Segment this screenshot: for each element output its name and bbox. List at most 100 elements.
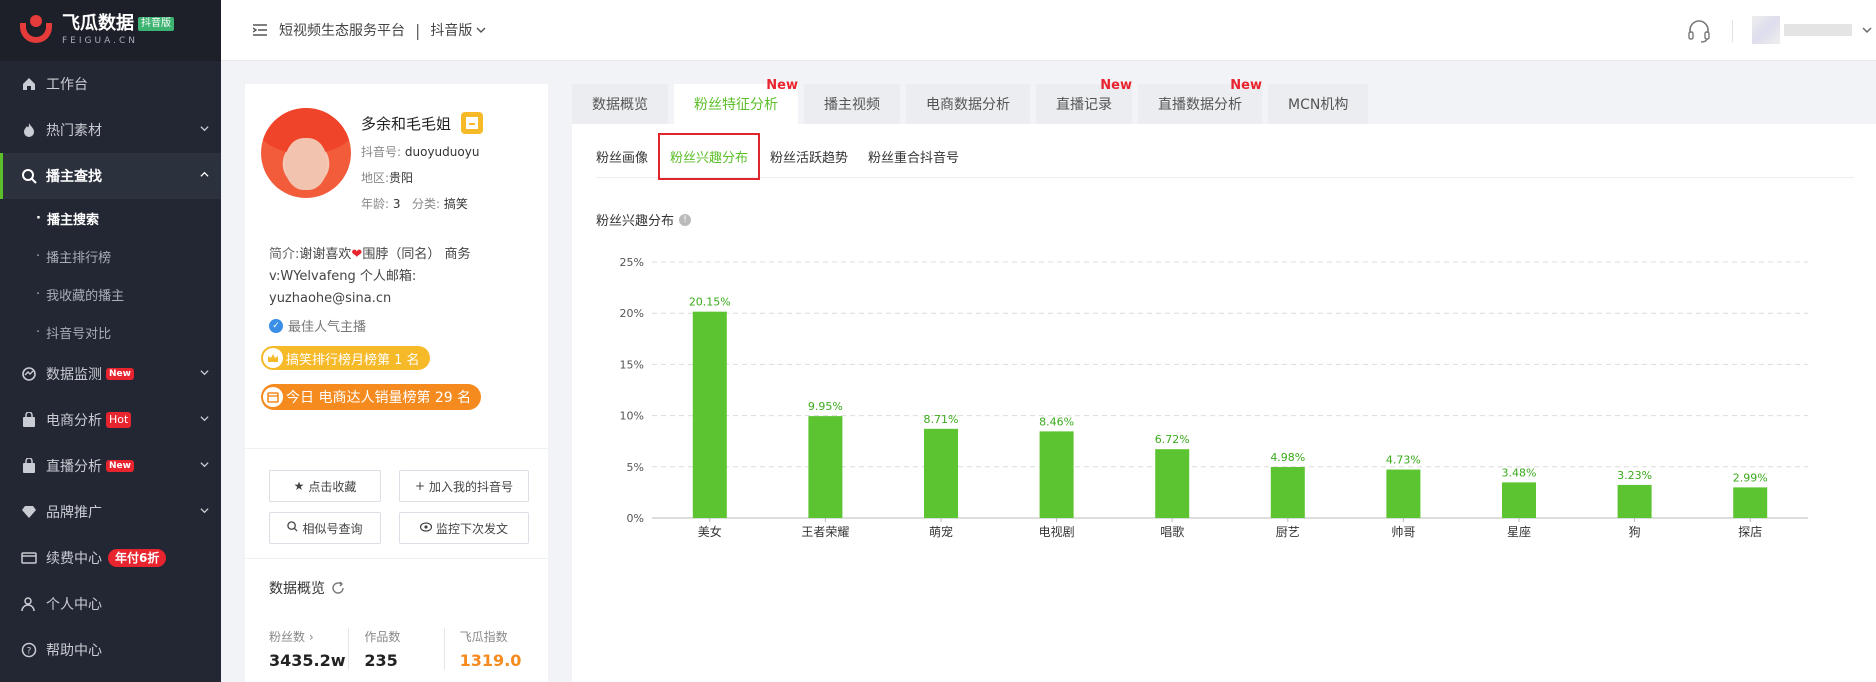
- overview-title: 数据概览: [269, 581, 325, 597]
- bio-text-1: 谢谢喜欢: [299, 247, 352, 262]
- bar-value-label: 3.23%: [1617, 469, 1652, 482]
- category-label: 分类:: [411, 197, 441, 211]
- sidebar-item-personal[interactable]: 个人中心: [0, 581, 221, 627]
- refresh-icon[interactable]: [331, 581, 345, 595]
- chevron-down-icon[interactable]: [476, 26, 486, 34]
- bar: [1039, 431, 1074, 518]
- bar: [808, 416, 843, 518]
- sidebar-subitem-label: 抖音号对比: [46, 326, 112, 342]
- tab-label: 播主视频: [824, 97, 880, 113]
- stat-label: 飞瓜指数: [459, 630, 508, 644]
- sidebar-item-label: 工作台: [46, 77, 88, 93]
- subtab-fan-overlap[interactable]: 粉丝重合抖音号: [868, 137, 959, 176]
- sidebar-item-ecommerce[interactable]: 电商分析 Hot: [0, 397, 221, 443]
- sidebar-item-live-analysis[interactable]: 直播分析 New: [0, 443, 221, 489]
- sidebar-item-brand[interactable]: 品牌推广: [0, 489, 221, 535]
- y-tick-label: 15%: [620, 358, 644, 371]
- sidebar-item-influencer-search[interactable]: 播主查找: [0, 153, 221, 199]
- rank-badge-monthly[interactable]: 搞笑排行榜月榜第 1 名: [261, 346, 430, 370]
- sidebar-item-workbench[interactable]: 工作台: [0, 61, 221, 107]
- bar-value-label: 4.98%: [1270, 451, 1305, 464]
- discount-badge: 年付6折: [108, 548, 167, 568]
- bar-value-label: 8.46%: [1039, 415, 1074, 428]
- favorite-button[interactable]: ★ 点击收藏: [269, 470, 381, 502]
- tab-fan-analysis[interactable]: 粉丝特征分析 New: [674, 78, 798, 124]
- x-tick-label: 唱歌: [1160, 524, 1184, 539]
- stat-works: 作品数 235: [348, 628, 443, 670]
- verified-check-icon: ✓: [269, 318, 283, 333]
- svg-text:?: ?: [27, 647, 32, 657]
- bar-value-label: 20.15%: [689, 296, 731, 309]
- new-badge: New: [106, 367, 134, 381]
- x-tick-label: 星座: [1507, 524, 1531, 539]
- bar: [1155, 449, 1190, 518]
- bar-value-label: 9.95%: [808, 400, 843, 413]
- user-avatar[interactable]: [1752, 16, 1780, 44]
- sidebar-subitem-ranking[interactable]: · 播主排行榜: [0, 237, 221, 275]
- rank-badge-sales[interactable]: 今日 电商达人销量榜第 29 名: [261, 384, 482, 410]
- data-overview-header: 数据概览: [269, 578, 345, 598]
- sidebar-item-label: 直播分析: [46, 459, 102, 475]
- tab-live-data[interactable]: 直播数据分析 New: [1138, 78, 1262, 124]
- x-tick-label: 萌宠: [929, 524, 953, 539]
- y-tick-label: 5%: [627, 461, 644, 474]
- tab-label: 数据概览: [592, 97, 648, 113]
- chevron-down-icon: [200, 416, 209, 422]
- chart-heading-label: 粉丝兴趣分布: [596, 214, 675, 229]
- info-icon[interactable]: !: [679, 213, 692, 226]
- sidebar-item-help[interactable]: ? 帮助中心: [0, 627, 221, 673]
- stat-label: 作品数: [364, 630, 401, 644]
- bio-text-3: v:WYelvafeng 个人邮箱:: [269, 269, 417, 284]
- sidebar: 飞瓜数据 抖音版 FEIGUA.CN 工作台 热门素材 播主查找 · 播主搜索 · 播…: [0, 0, 221, 682]
- region-label: 地区:: [361, 171, 390, 185]
- x-tick-label: 王者荣耀: [801, 525, 849, 539]
- sidebar-subitem-favorites[interactable]: · 我收藏的播主: [0, 275, 221, 313]
- chevron-down-icon[interactable]: [1862, 26, 1872, 34]
- x-tick-label: 电视剧: [1039, 524, 1075, 539]
- similar-search-button[interactable]: 相似号查询: [269, 512, 381, 544]
- subtab-fan-activity[interactable]: 粉丝活跃趋势: [770, 137, 848, 176]
- user-name-blurred[interactable]: [1784, 24, 1852, 36]
- shop-icon[interactable]: [461, 112, 484, 134]
- profile-bio: 简介:谢谢喜欢❤围脖（同名） 商务 v:WYelvafeng 个人邮箱: yuz…: [269, 244, 539, 310]
- menu-toggle-icon[interactable]: [253, 24, 267, 36]
- user-icon: [20, 595, 38, 613]
- store-icon: [263, 387, 283, 407]
- version-dropdown[interactable]: 抖音版: [430, 20, 472, 40]
- tab-data-overview[interactable]: 数据概览: [572, 84, 668, 124]
- sidebar-subitem-label: 播主搜索: [46, 212, 99, 228]
- tab-ecommerce[interactable]: 电商数据分析: [906, 84, 1030, 124]
- tab-label: 直播记录: [1056, 97, 1112, 113]
- stat-label: 粉丝数: [269, 630, 306, 644]
- subtab-bar: 粉丝画像 粉丝兴趣分布 粉丝活跃趋势 粉丝重合抖音号: [596, 133, 1854, 180]
- stat-value: 1319.0: [459, 651, 522, 670]
- sidebar-item-renewal[interactable]: 续费中心 年付6折: [0, 535, 221, 581]
- top-header: 短视频生态服务平台 | 抖音版: [221, 0, 1876, 61]
- new-badge: New: [1100, 78, 1132, 93]
- bio-text-2: 围脖（同名） 商务: [362, 247, 471, 262]
- bar-value-label: 6.72%: [1155, 433, 1190, 446]
- sidebar-item-label: 电商分析: [46, 413, 102, 429]
- tab-mcn[interactable]: MCN机构: [1268, 84, 1369, 124]
- y-tick-label: 0%: [627, 512, 644, 525]
- headset-icon[interactable]: [1686, 18, 1712, 44]
- tab-videos[interactable]: 播主视频: [804, 84, 900, 124]
- add-my-account-button[interactable]: + 加入我的抖音号: [399, 470, 529, 502]
- monitor-next-post-button[interactable]: 监控下次发文: [399, 512, 529, 544]
- logo[interactable]: 飞瓜数据 抖音版 FEIGUA.CN: [0, 0, 221, 61]
- sidebar-item-hot-material[interactable]: 热门素材: [0, 107, 221, 153]
- stat-followers[interactable]: 粉丝数 › 3435.2w: [269, 628, 348, 670]
- platform-title: 短视频生态服务平台: [279, 23, 405, 39]
- monitor-label: 监控下次发文: [435, 521, 508, 536]
- new-badge: New: [106, 459, 134, 473]
- sidebar-item-data-monitor[interactable]: 数据监测 New: [0, 351, 221, 397]
- sidebar-subitem-search[interactable]: · 播主搜索: [0, 199, 221, 237]
- age-label: 年龄:: [361, 197, 390, 211]
- tab-live-records[interactable]: 直播记录 New: [1036, 78, 1132, 124]
- sidebar-subitem-compare[interactable]: · 抖音号对比: [0, 313, 221, 351]
- add-mine-label: 加入我的抖音号: [429, 479, 514, 494]
- subtab-fan-interest[interactable]: 粉丝兴趣分布: [658, 133, 761, 180]
- subtab-fan-portrait[interactable]: 粉丝画像: [596, 137, 648, 176]
- x-tick-label: 探店: [1738, 525, 1762, 539]
- tab-label: 电商数据分析: [926, 97, 1010, 113]
